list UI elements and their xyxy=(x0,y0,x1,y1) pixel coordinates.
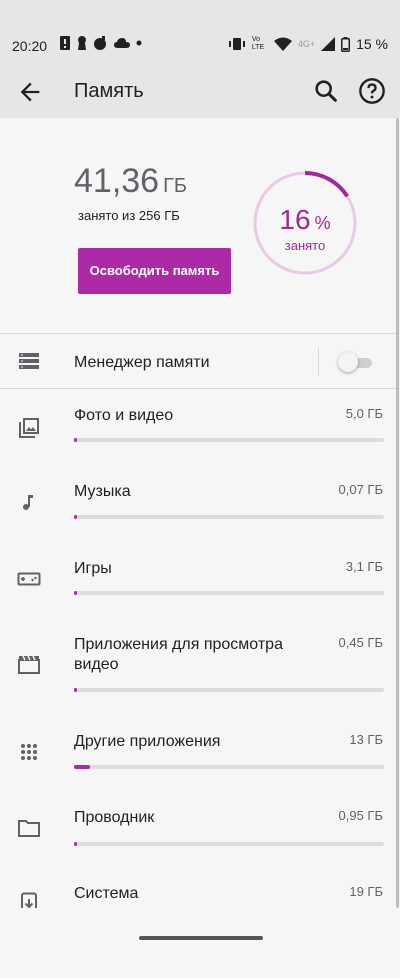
dot-icon xyxy=(136,40,142,46)
category-label: Проводник xyxy=(74,809,155,826)
category-usage-fill xyxy=(74,842,78,846)
category-usage-fill xyxy=(74,515,78,519)
category-usage-bar xyxy=(74,591,384,595)
storage-summary: 41,36 ГБ занято из 256 ГБ Освободить памя… xyxy=(0,118,400,334)
used-value: 41,36 xyxy=(74,162,160,200)
apps-grid-icon xyxy=(21,744,37,760)
category-size: 3,1 ГБ xyxy=(345,559,383,574)
vibrate-icon xyxy=(228,38,245,50)
photo-icon xyxy=(19,418,39,438)
clapperboard-icon xyxy=(18,655,40,674)
battery-percent: 15 % xyxy=(356,36,388,52)
alert-icon xyxy=(60,36,70,50)
used-unit: ГБ xyxy=(163,175,188,197)
free-up-space-button[interactable]: Освободить память xyxy=(78,248,231,294)
category-size: 13 ГБ xyxy=(349,732,383,747)
category-label: Фото и видео xyxy=(74,407,174,424)
app-bar: Память xyxy=(0,64,400,118)
category-label: Игры xyxy=(74,560,112,577)
category-usage-fill xyxy=(74,688,78,692)
category-size: 0,95 ГБ xyxy=(338,808,383,823)
scrollbar[interactable] xyxy=(396,118,399,908)
help-icon[interactable] xyxy=(358,77,386,105)
category-file-manager[interactable]: Проводник 0,95 ГБ xyxy=(0,808,400,884)
gesture-handle[interactable] xyxy=(139,936,263,940)
category-usage-fill xyxy=(74,765,90,769)
navigation-bar xyxy=(0,908,400,978)
category-usage-fill xyxy=(74,591,78,595)
cloud-icon xyxy=(114,38,130,48)
battery-icon xyxy=(341,36,351,52)
category-usage-bar xyxy=(74,515,384,519)
folder-icon xyxy=(18,820,40,837)
storage-manager-separator xyxy=(318,348,319,376)
category-usage-bar xyxy=(74,765,384,769)
storage-manager-row[interactable]: Менеджер памяти xyxy=(0,334,400,388)
category-photos-videos[interactable]: Фото и видео 5,0 ГБ xyxy=(0,406,400,482)
category-size: 0,45 ГБ xyxy=(338,635,383,650)
category-music[interactable]: Музыка 0,07 ГБ xyxy=(0,482,400,558)
category-label: Приложения для просмотра видео xyxy=(74,636,283,673)
bomb-icon xyxy=(94,36,106,50)
gamepad-icon xyxy=(17,572,41,586)
used-of-total: занято из 256 ГБ xyxy=(78,208,180,223)
category-size: 0,07 ГБ xyxy=(338,482,383,497)
signal-icon xyxy=(321,37,336,51)
usage-percent: 16% xyxy=(252,204,358,236)
usage-percent-value: 16 xyxy=(279,204,311,235)
divider xyxy=(0,388,400,389)
usage-percent-sign: % xyxy=(314,213,331,233)
storage-manager-label: Менеджер памяти xyxy=(74,354,210,371)
category-label: Другие приложения xyxy=(74,733,221,750)
network-label: 4G+ xyxy=(297,39,316,49)
status-time: 20:20 xyxy=(12,38,48,54)
usage-percent-label: занято xyxy=(284,238,326,253)
volte-label: Vo LTE xyxy=(251,36,265,51)
wifi-icon xyxy=(273,37,292,51)
category-usage-bar xyxy=(74,688,384,692)
search-icon[interactable] xyxy=(312,77,340,105)
keyhole-icon xyxy=(78,36,86,50)
category-label: Музыка xyxy=(74,483,131,500)
page-title: Память xyxy=(74,80,144,102)
category-usage-bar xyxy=(74,842,384,846)
category-size: 5,0 ГБ xyxy=(345,406,383,421)
category-games[interactable]: Игры 3,1 ГБ xyxy=(0,559,400,635)
storage-manager-toggle[interactable] xyxy=(338,352,374,372)
category-usage-fill xyxy=(74,438,78,442)
used-amount: 41,36 ГБ xyxy=(74,162,187,201)
category-video-apps[interactable]: Приложения для просмотра видео 0,45 ГБ xyxy=(0,635,400,731)
category-other-apps[interactable]: Другие приложения 13 ГБ xyxy=(0,732,400,808)
category-label: Система xyxy=(74,885,139,902)
category-usage-bar xyxy=(74,438,384,442)
status-bar: 20:20 Vo LTE 4G+ 15 % xyxy=(0,0,400,64)
storage-list-icon xyxy=(19,353,39,369)
notification-icons xyxy=(60,36,142,50)
back-arrow-icon[interactable] xyxy=(16,78,44,106)
category-size: 19 ГБ xyxy=(349,884,383,899)
music-note-icon xyxy=(23,495,33,510)
status-right: Vo LTE 4G+ 15 % xyxy=(228,36,388,52)
toggle-thumb xyxy=(338,352,358,372)
